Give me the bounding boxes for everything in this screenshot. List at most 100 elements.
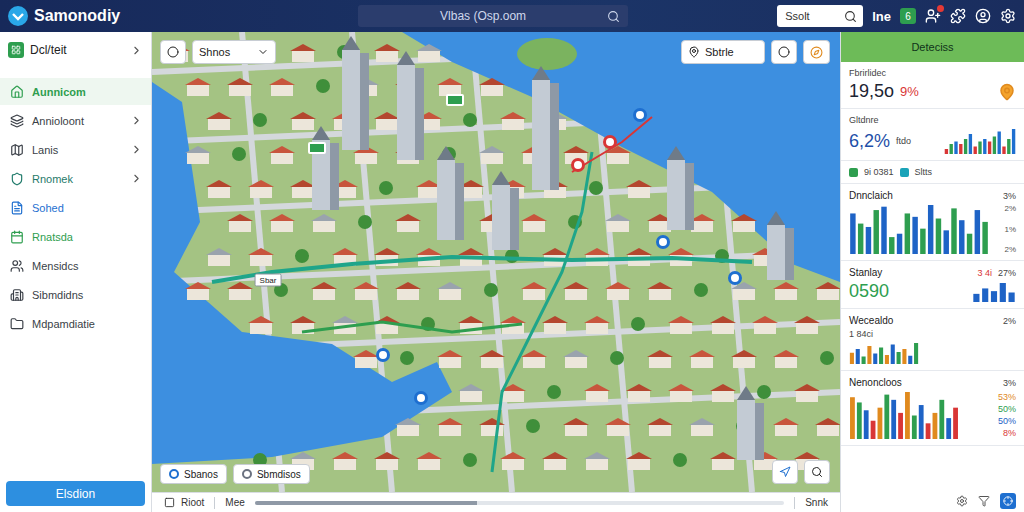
island xyxy=(517,38,577,70)
house xyxy=(311,282,337,300)
chart-bar xyxy=(974,147,977,155)
plugins-button[interactable] xyxy=(950,8,966,24)
map-pin[interactable] xyxy=(414,391,428,405)
map-pin[interactable] xyxy=(603,135,617,149)
house xyxy=(584,384,610,402)
chart-bar xyxy=(889,237,894,254)
zoom-button[interactable] xyxy=(771,40,797,64)
logo-icon xyxy=(8,6,28,26)
crosshair-icon xyxy=(1003,496,1013,506)
map-sign[interactable] xyxy=(446,94,464,106)
tower xyxy=(667,146,694,230)
tree xyxy=(358,215,372,229)
compass-button[interactable] xyxy=(803,40,830,64)
house xyxy=(815,282,840,300)
tower xyxy=(342,36,369,150)
weekly-card: Wecealdo2%1 84ci xyxy=(841,309,1024,371)
house xyxy=(605,282,631,300)
timeline-start[interactable]: Rioot xyxy=(164,497,204,508)
map-pin-icon xyxy=(998,83,1016,101)
house xyxy=(542,316,568,334)
sidebar-item[interactable]: Mdpamdiatie xyxy=(0,310,151,337)
chart-bar xyxy=(905,213,910,254)
chart-ticks: 2%1%2% xyxy=(1004,204,1016,254)
search-icon[interactable] xyxy=(607,10,620,23)
house xyxy=(437,282,463,300)
search-input[interactable] xyxy=(366,8,601,24)
profile-button[interactable] xyxy=(975,8,991,24)
map-pin[interactable] xyxy=(633,108,647,122)
house xyxy=(269,78,295,96)
sidebar-item[interactable]: Rnomek xyxy=(0,165,151,192)
puzzle-icon[interactable] xyxy=(950,8,966,24)
menu-icon xyxy=(10,288,24,302)
panel-action-button[interactable] xyxy=(1000,493,1016,509)
chart-bar xyxy=(945,149,948,154)
map-search-button[interactable] xyxy=(804,460,830,484)
map-canvas[interactable]: Sbar Shnos Sbtrle Sbanos Sbmdisos xyxy=(152,32,840,492)
stability-card: Stanlay3 4i27%0590 xyxy=(841,261,1024,309)
counter: Sltts xyxy=(900,167,933,177)
user-add-button[interactable] xyxy=(925,8,941,24)
chart-bar xyxy=(850,397,855,439)
city-map[interactable] xyxy=(152,32,840,492)
route xyxy=(492,152,592,472)
sidebar-item[interactable]: Sibmdidns xyxy=(0,281,151,308)
gear-icon[interactable] xyxy=(1000,8,1016,24)
map-chip[interactable]: Sbmdisos xyxy=(233,464,310,484)
map-chip[interactable]: Sbanos xyxy=(160,464,227,484)
panel-title: Deteciss xyxy=(841,32,1024,62)
tree xyxy=(505,249,519,263)
chart-bar xyxy=(902,349,906,364)
primary-button[interactable]: Elsdion xyxy=(6,481,145,506)
alert-badge xyxy=(937,5,944,12)
chevron-right-icon xyxy=(130,172,143,185)
sidebar-item[interactable]: Sohed xyxy=(0,194,151,221)
chart-bar xyxy=(926,423,931,439)
house xyxy=(710,384,736,402)
house xyxy=(563,282,589,300)
house xyxy=(311,214,337,232)
chevron-right-icon xyxy=(130,44,143,57)
sidebar-item[interactable]: Rnatsda xyxy=(0,223,151,250)
house xyxy=(248,316,274,334)
chart-bar xyxy=(914,343,918,364)
map-tag[interactable]: Sbar xyxy=(255,274,282,287)
layer-select[interactable]: Shnos xyxy=(192,40,276,64)
tree xyxy=(694,283,708,297)
map-pin[interactable] xyxy=(571,158,585,172)
square-icon xyxy=(164,497,175,508)
settings-button[interactable] xyxy=(1000,8,1016,24)
user-icon[interactable] xyxy=(975,8,991,24)
house xyxy=(626,180,652,198)
navigate-button[interactable] xyxy=(772,460,798,484)
sidebar-item[interactable]: Aunnicom xyxy=(0,78,151,105)
house xyxy=(605,418,631,436)
chart-bar xyxy=(964,139,967,154)
chart-bar xyxy=(879,348,883,365)
map-sign[interactable] xyxy=(308,142,326,154)
chart-bar xyxy=(891,400,896,439)
house xyxy=(563,350,589,368)
chart-bar xyxy=(867,346,871,364)
weekly-chart xyxy=(849,342,919,364)
circle-icon xyxy=(167,46,179,58)
map-pin[interactable] xyxy=(728,271,742,285)
sidebar-header-label: Dcl/teit xyxy=(30,43,67,57)
map-pin[interactable] xyxy=(656,235,670,249)
chart-bar xyxy=(959,144,962,154)
distribution-chart xyxy=(849,204,989,254)
chart-bar xyxy=(919,405,924,439)
map-pin[interactable] xyxy=(376,348,390,362)
search-icon[interactable] xyxy=(844,10,857,23)
sidebar-item[interactable]: Lanis xyxy=(0,136,151,163)
filter-icon[interactable] xyxy=(978,495,990,507)
timeline-slider[interactable] xyxy=(255,501,784,505)
sidebar-item[interactable]: Annioloont xyxy=(0,107,151,134)
sidebar-item[interactable]: Mensidcs xyxy=(0,252,151,279)
sidebar-header[interactable]: Dcl/teit xyxy=(0,32,151,68)
gear-icon[interactable] xyxy=(956,495,968,507)
filter-button[interactable]: Sbtrle xyxy=(681,40,765,64)
quick-search-input[interactable] xyxy=(783,9,840,23)
layer-toggle[interactable] xyxy=(160,40,186,64)
